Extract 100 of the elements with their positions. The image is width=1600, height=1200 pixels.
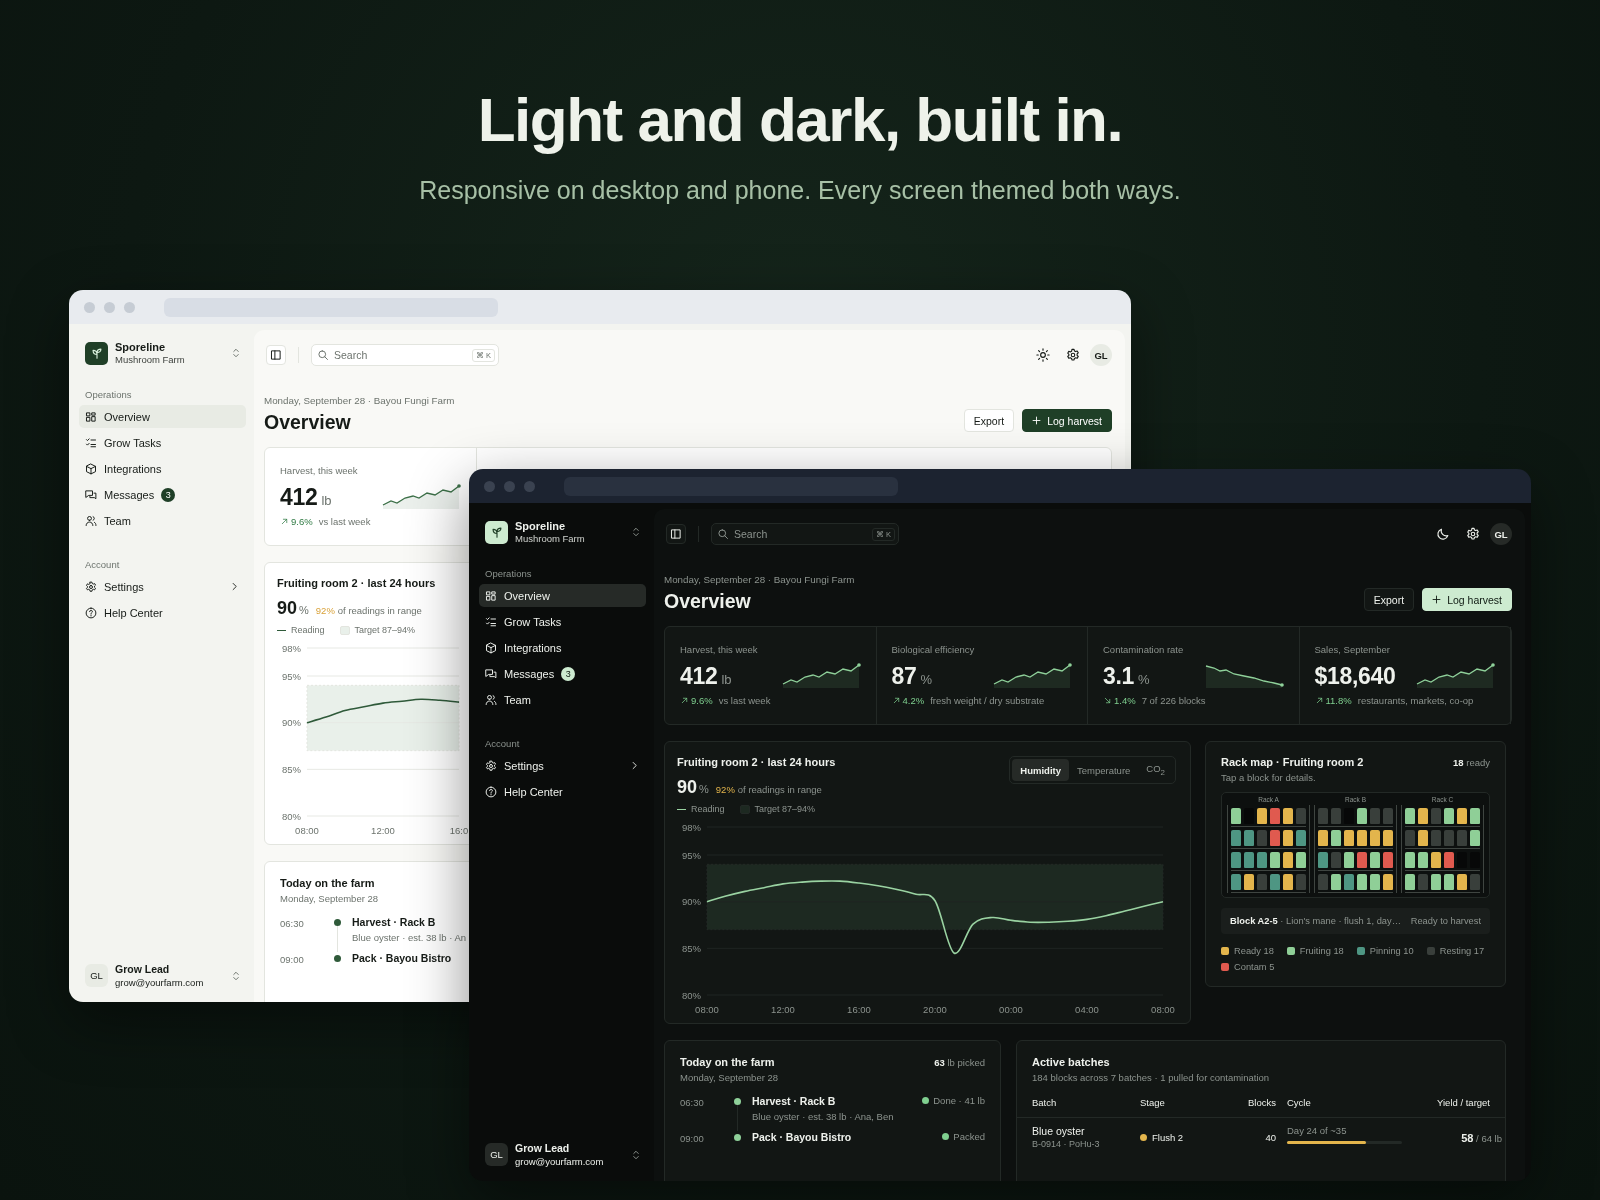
- grow-block[interactable]: [1383, 830, 1393, 847]
- user-avatar[interactable]: GL: [1490, 523, 1512, 545]
- grow-block[interactable]: [1331, 874, 1341, 891]
- grow-block[interactable]: [1357, 830, 1367, 847]
- grow-block[interactable]: [1418, 852, 1428, 869]
- nav-item[interactable]: Overview: [479, 584, 646, 607]
- grow-block[interactable]: [1357, 808, 1367, 825]
- nav-item[interactable]: Integrations: [79, 457, 246, 480]
- grow-block[interactable]: [1283, 830, 1293, 847]
- stat-label: Biological efficiency: [891, 644, 976, 656]
- grow-block[interactable]: [1431, 852, 1441, 869]
- grow-block[interactable]: [1370, 830, 1380, 847]
- section-label: Operations: [85, 389, 133, 400]
- chevron-updown-icon[interactable]: [630, 1148, 642, 1161]
- nav-item[interactable]: Messages 3: [79, 483, 246, 506]
- nav-item[interactable]: Help Center: [479, 780, 646, 803]
- grow-block[interactable]: [1344, 852, 1354, 869]
- nav-item[interactable]: Grow Tasks: [79, 431, 246, 454]
- grow-block[interactable]: [1231, 852, 1241, 869]
- stat-unit: lb: [321, 493, 332, 509]
- grow-block[interactable]: [1344, 830, 1354, 847]
- grow-block[interactable]: [1470, 830, 1480, 847]
- action-button[interactable]: Export: [963, 409, 1015, 433]
- grow-block[interactable]: [1270, 852, 1280, 869]
- grow-block[interactable]: [1405, 852, 1415, 869]
- nav-item[interactable]: Messages 3: [479, 662, 646, 685]
- nav-item[interactable]: Settings: [479, 754, 646, 777]
- grow-block[interactable]: [1470, 808, 1480, 825]
- nav-item[interactable]: Settings: [79, 575, 246, 598]
- stat-value: 3.1: [1103, 663, 1135, 691]
- grow-block[interactable]: [1318, 830, 1328, 847]
- grow-block[interactable]: [1231, 808, 1241, 825]
- user-avatar[interactable]: GL: [485, 1143, 508, 1166]
- grow-block[interactable]: [1444, 874, 1454, 891]
- event-time: 06:30: [280, 917, 305, 930]
- grow-block[interactable]: [1318, 852, 1328, 869]
- window-control-dot[interactable]: [484, 480, 495, 492]
- grow-block[interactable]: [1296, 830, 1306, 847]
- grow-block[interactable]: [1383, 852, 1393, 869]
- window-control-dot[interactable]: [84, 301, 95, 313]
- user-email: grow@yourfarm.com: [515, 1156, 605, 1167]
- nav-item[interactable]: Grow Tasks: [479, 610, 646, 633]
- nav-item[interactable]: Help Center: [79, 601, 246, 624]
- nav-item[interactable]: Integrations: [479, 636, 646, 659]
- grow-block[interactable]: [1418, 830, 1428, 847]
- grow-block[interactable]: [1244, 852, 1254, 869]
- grow-block[interactable]: [1283, 852, 1293, 869]
- grow-block[interactable]: [1444, 808, 1454, 825]
- window-control-dot[interactable]: [524, 480, 535, 492]
- window-control-dot[interactable]: [504, 480, 515, 492]
- grow-block[interactable]: [1270, 874, 1280, 891]
- grow-block[interactable]: [1257, 808, 1267, 825]
- tab[interactable]: Humidity: [1012, 759, 1069, 782]
- grow-block[interactable]: [1405, 808, 1415, 825]
- user-avatar[interactable]: GL: [1090, 344, 1112, 366]
- grow-block[interactable]: [1270, 808, 1280, 825]
- grow-block[interactable]: [1405, 874, 1415, 891]
- grow-block[interactable]: [1431, 874, 1441, 891]
- grow-block[interactable]: [1457, 874, 1467, 891]
- action-button[interactable]: Log harvest: [1022, 409, 1112, 433]
- grow-block[interactable]: [1331, 830, 1341, 847]
- window-control-dot[interactable]: [124, 301, 135, 313]
- user-avatar[interactable]: GL: [85, 964, 108, 987]
- grow-block[interactable]: [1344, 874, 1354, 891]
- grow-block[interactable]: [1231, 874, 1241, 891]
- grow-block[interactable]: [1457, 808, 1467, 825]
- grow-block[interactable]: [1444, 852, 1454, 869]
- grow-block[interactable]: [1244, 874, 1254, 891]
- grow-block[interactable]: [1296, 852, 1306, 869]
- chevron-updown-icon[interactable]: [230, 969, 242, 982]
- action-button[interactable]: Log harvest: [1422, 588, 1512, 612]
- tab[interactable]: CO$_{2}$: [1138, 759, 1173, 782]
- grow-block[interactable]: [1270, 830, 1280, 847]
- in-range-percent: 92%: [315, 605, 335, 617]
- x-axis-label: 12:00: [771, 1004, 795, 1016]
- stat-unit: lb: [721, 672, 732, 688]
- page-title: Overview: [664, 590, 752, 613]
- grow-block[interactable]: [1370, 874, 1380, 891]
- nav-item[interactable]: Team: [479, 688, 646, 711]
- chevron-updown-icon[interactable]: [230, 347, 242, 359]
- action-button[interactable]: Export: [1363, 588, 1415, 612]
- sidebar-toggle-button[interactable]: [666, 524, 686, 544]
- grow-block[interactable]: [1370, 852, 1380, 869]
- nav-item[interactable]: Overview: [79, 405, 246, 428]
- grow-block[interactable]: [1383, 874, 1393, 891]
- chevron-updown-icon[interactable]: [630, 526, 642, 538]
- card-subtitle: Monday, September 28: [280, 893, 380, 905]
- grow-block[interactable]: [1283, 874, 1293, 891]
- grow-block[interactable]: [1257, 852, 1267, 869]
- event-title: Harvest · Rack B: [752, 1095, 837, 1108]
- tab[interactable]: Temperature: [1069, 759, 1139, 782]
- grow-block[interactable]: [1418, 808, 1428, 825]
- card-subtitle: 184 blocks across 7 batches · 1 pulled for contamination: [1031, 1072, 1271, 1084]
- nav-item[interactable]: Team: [79, 509, 246, 532]
- grow-block[interactable]: [1357, 874, 1367, 891]
- grow-block[interactable]: [1244, 830, 1254, 847]
- grow-block[interactable]: [1357, 852, 1367, 869]
- window-control-dot[interactable]: [104, 301, 115, 313]
- grow-block[interactable]: [1283, 808, 1293, 825]
- grow-block[interactable]: [1231, 830, 1241, 847]
